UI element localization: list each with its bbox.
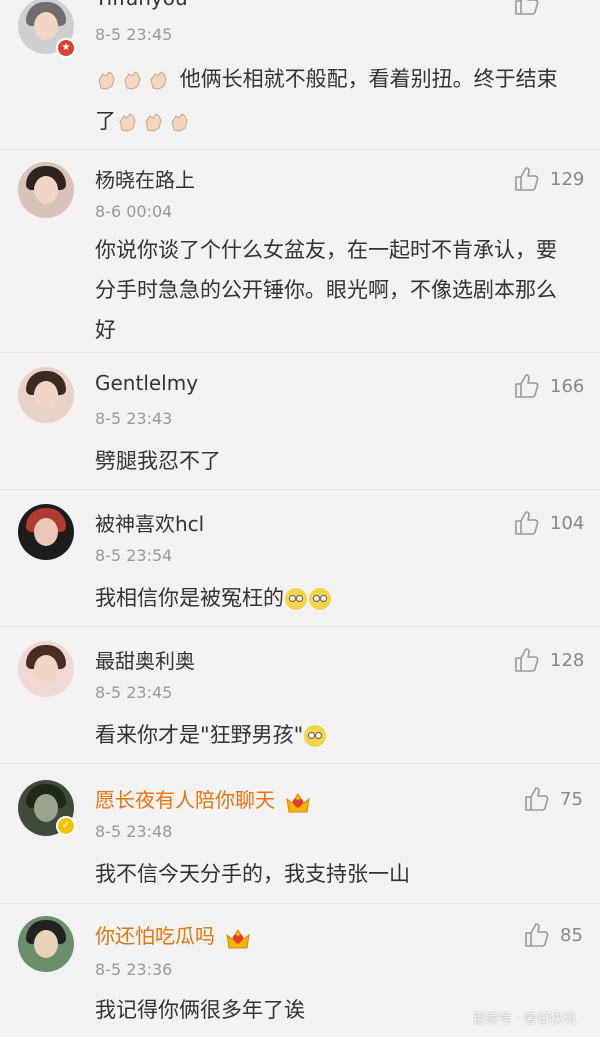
thumbs-up-icon xyxy=(515,374,539,398)
username[interactable]: 你还怕吃瓜吗 xyxy=(95,920,251,950)
like-count: 128 xyxy=(550,649,585,671)
avatar[interactable] xyxy=(18,162,74,218)
crown-heart-icon xyxy=(226,928,251,948)
thumbs-up-icon xyxy=(525,787,549,811)
clapping-hands-emoji xyxy=(150,71,167,90)
username[interactable]: 最甜奥利奥 xyxy=(95,645,195,674)
like-button[interactable] xyxy=(512,0,540,18)
like-count: 166 xyxy=(550,375,585,397)
comment-time: 8-5 23:45 xyxy=(95,25,173,44)
like-count: 75 xyxy=(560,788,583,810)
comment-item: ✓ 愿长夜有人陪你聊天 75 8-5 23:48 我不信今天分手的，我支持张一山 xyxy=(0,764,600,904)
crown-heart-icon xyxy=(286,792,311,812)
like-count: 85 xyxy=(560,924,583,946)
comment-time: 8-5 23:54 xyxy=(95,546,173,565)
verified-badge-icon: ★ xyxy=(56,38,76,58)
comment-text: 看来你才是"狂野男孩" xyxy=(95,715,575,755)
comment-item: 被神喜欢hcl 104 8-5 23:54 我相信你是被冤枉的 xyxy=(0,490,600,627)
like-button[interactable]: 75 xyxy=(522,784,583,814)
comment-text: 他俩长相就不般配，看着别扭。终于结束了 xyxy=(95,58,575,142)
thumbs-up-icon xyxy=(515,648,539,672)
comment-text: 你说你谈了个什么女盆友，在一起时不肯承认，要分手时急急的公开锤你。眼光啊，不像选… xyxy=(95,238,557,342)
username[interactable]: Tiffanyou xyxy=(95,0,188,10)
comment-item: 杨晓在路上 129 8-6 00:04 你说你谈了个什么女盆友，在一起时不肯承认… xyxy=(0,150,600,353)
thumbs-up-icon xyxy=(515,0,539,15)
comment-time: 8-5 23:45 xyxy=(95,683,173,702)
thumbs-up-icon xyxy=(515,511,539,535)
rolling-eyes-emoji xyxy=(304,725,327,747)
rolling-eyes-emoji xyxy=(285,588,307,610)
like-button[interactable]: 128 xyxy=(512,645,584,675)
avatar[interactable] xyxy=(18,504,74,560)
comment-time: 8-6 00:04 xyxy=(95,202,173,221)
avatar[interactable] xyxy=(18,916,74,972)
comment-item: 最甜奥利奥 128 8-5 23:45 看来你才是"狂野男孩" xyxy=(0,627,600,764)
comment-item: Gentlelmy 166 8-5 23:43 劈腿我忍不了 xyxy=(0,353,600,490)
comment-text: 我不信今天分手的，我支持张一山 xyxy=(95,862,410,886)
like-button[interactable]: 166 xyxy=(512,371,584,401)
username-text: 你还怕吃瓜吗 xyxy=(95,924,215,948)
thumbs-up-icon xyxy=(515,167,539,191)
username[interactable]: 被神喜欢hcl xyxy=(95,508,204,537)
avatar[interactable] xyxy=(18,367,74,423)
avatar[interactable] xyxy=(18,641,74,697)
username[interactable]: Gentlelmy xyxy=(95,371,198,395)
watermark: 百家号 · 奢日快讯 xyxy=(472,1012,576,1027)
comment-text-content: 我相信你是被冤枉的 xyxy=(95,586,284,610)
comment-text: 劈腿我忍不了 xyxy=(95,449,221,473)
clapping-hands-emoji xyxy=(119,113,136,132)
like-count: 129 xyxy=(550,168,585,190)
username[interactable]: 杨晓在路上 xyxy=(95,164,195,193)
like-count: 104 xyxy=(550,512,585,534)
clapping-hands-emoji xyxy=(171,113,188,132)
like-button[interactable]: 129 xyxy=(512,164,584,194)
comment-time: 8-5 23:36 xyxy=(95,960,173,979)
username-text: 愿长夜有人陪你聊天 xyxy=(95,788,275,812)
clapping-hands-emoji xyxy=(145,113,162,132)
verified-badge-icon: ✓ xyxy=(56,816,76,836)
username[interactable]: 愿长夜有人陪你聊天 xyxy=(95,784,311,814)
like-button[interactable]: 85 xyxy=(522,920,583,950)
like-button[interactable]: 104 xyxy=(512,508,584,538)
comment-time: 8-5 23:43 xyxy=(95,409,173,428)
comment-item: ★ Tiffanyou 8-5 23:45 他俩长相就不般配，看着别扭。终于结束… xyxy=(0,0,600,150)
thumbs-up-icon xyxy=(525,923,549,947)
rolling-eyes-emoji xyxy=(309,588,331,610)
comment-time: 8-5 23:48 xyxy=(95,822,173,841)
comment-text: 我相信你是被冤枉的 xyxy=(95,578,575,618)
comment-text-content: 看来你才是"狂野男孩" xyxy=(95,723,304,747)
clapping-hands-emoji xyxy=(124,71,141,90)
clapping-hands-emoji xyxy=(98,71,115,90)
